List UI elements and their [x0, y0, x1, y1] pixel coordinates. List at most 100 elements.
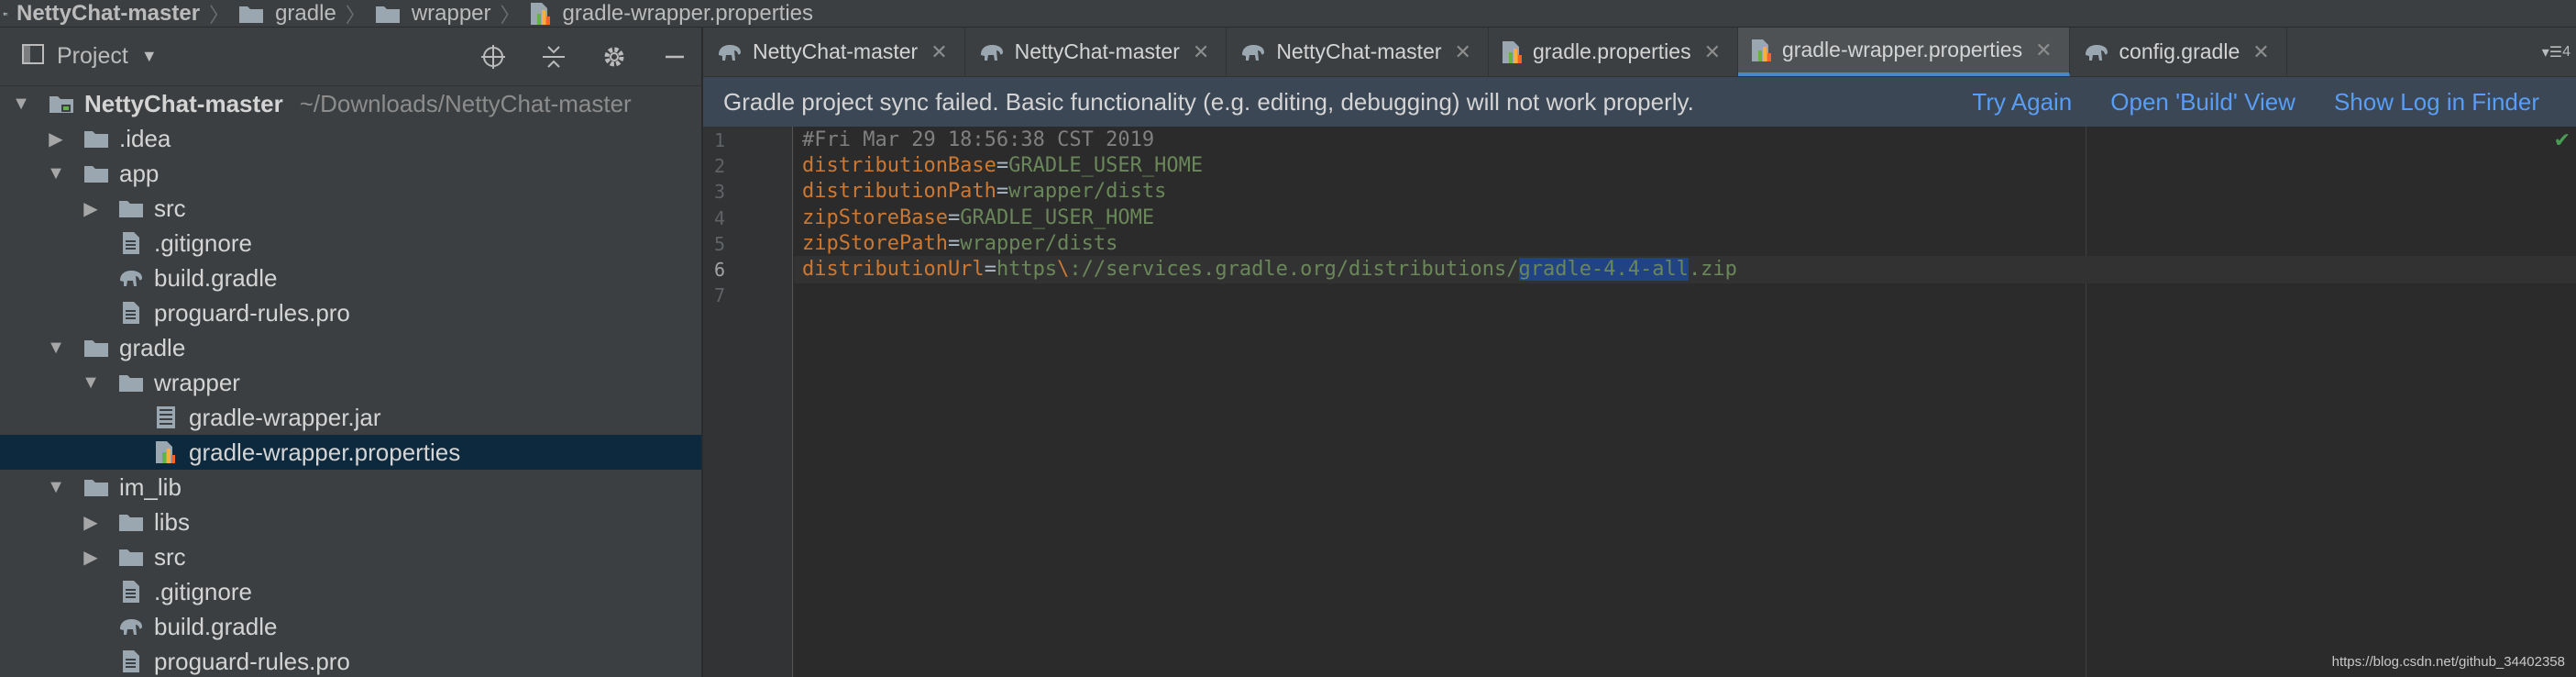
property-value: wrapper/dists: [1008, 180, 1167, 204]
breadcrumb-item[interactable]: 〉 wrapper: [336, 0, 491, 28]
collapse-all-icon[interactable]: [540, 43, 567, 71]
folder-icon: [83, 338, 109, 358]
tree-item-label: wrapper: [154, 368, 240, 396]
tree-item-nettychat-master[interactable]: ▼ NettyChat-master ~/Downloads/NettyChat-m…: [0, 86, 701, 121]
tree-item-build-gradle[interactable]: ▶ build.gradle: [0, 609, 701, 644]
tree-item-gitignore[interactable]: ▶ .gitignore: [0, 226, 701, 261]
tree-item-label: gradle-wrapper.jar: [189, 403, 381, 431]
close-icon[interactable]: ✕: [2252, 40, 2269, 64]
tree-item-gradle[interactable]: ▼ gradle: [0, 330, 701, 365]
expand-arrow-right-icon[interactable]: ▶: [46, 128, 66, 150]
tree-icon-wrapper: [117, 196, 145, 220]
tabs-overflow-button[interactable]: ▾☰ 4: [2542, 28, 2570, 77]
gradle-sync-failed-banner: Gradle project sync failed. Basic functi…: [703, 77, 2576, 127]
tree-item-gradle-wrapper-properties[interactable]: ▶ gradle-wrapper.properties: [0, 435, 701, 470]
tree-item-build-gradle[interactable]: ▶ build.gradle: [0, 261, 701, 295]
banner-message: Gradle project sync failed. Basic functi…: [723, 87, 1694, 116]
expand-arrow-down-icon[interactable]: ▼: [11, 94, 31, 115]
code-comment: #Fri Mar 29 18:56:38 CST 2019: [802, 128, 1155, 151]
selected-text: gradle-4.4-all: [1518, 258, 1689, 281]
folder-icon: [118, 512, 144, 532]
tab-label: NettyChat-master: [1276, 39, 1442, 63]
tree-icon-wrapper: [117, 371, 145, 394]
tree-item-idea[interactable]: ▶ .idea: [0, 121, 701, 156]
project-view-selector[interactable]: Project: [57, 43, 128, 70]
line-number: 5: [714, 232, 726, 255]
close-icon[interactable]: ✕: [2035, 39, 2052, 62]
editor-tab[interactable]: config.gradle ✕: [2070, 28, 2287, 76]
tree-item-src[interactable]: ▶ src: [0, 191, 701, 226]
expand-arrow-down-icon[interactable]: ▼: [46, 338, 66, 359]
close-icon[interactable]: ✕: [1455, 40, 1471, 64]
tree-item-label: .gitignore: [154, 577, 252, 605]
close-icon[interactable]: ✕: [1704, 40, 1721, 64]
code-line: zipStoreBase=GRADLE_USER_HOME: [802, 205, 1154, 232]
chevron-down-icon[interactable]: ▼: [141, 47, 158, 66]
tree-item-label: build.gradle: [154, 263, 278, 292]
expand-arrow-right-icon[interactable]: ▶: [81, 197, 101, 220]
tree-item-proguard-rules-pro[interactable]: ▶ proguard-rules.pro: [0, 644, 701, 677]
tree-item-gradle-wrapper-jar[interactable]: ▶ gradle-wrapper.jar: [0, 400, 701, 435]
tree-item-label: src: [154, 194, 186, 222]
folder-icon: [375, 4, 401, 24]
editor-area: NettyChat-master ✕ NettyChat-master ✕ NettyC…: [703, 28, 2576, 677]
no-arrow: ▶: [81, 267, 101, 290]
editor-tab[interactable]: NettyChat-master ✕: [965, 28, 1227, 76]
property-value: https\://services.gradle.org/distributio…: [996, 258, 1519, 281]
expand-arrow-right-icon[interactable]: ▶: [81, 511, 101, 534]
breadcrumb-item[interactable]: NettyChat-master: [0, 0, 200, 28]
breadcrumb-item[interactable]: 〉 gradle: [200, 0, 336, 28]
editor-tab[interactable]: gradle.properties ✕: [1489, 28, 1739, 76]
breadcrumb-label: NettyChat-master: [17, 0, 201, 26]
properties-file-icon: [1502, 40, 1524, 64]
tabs-overflow-count: 4: [2562, 44, 2570, 60]
editor-tabs: NettyChat-master ✕ NettyChat-master ✕ NettyC…: [703, 28, 2576, 77]
gradle-elephant-icon: [716, 42, 743, 62]
locate-target-icon[interactable]: [479, 43, 507, 71]
open-build-view-link[interactable]: Open 'Build' View: [2110, 88, 2295, 117]
tree-item-app[interactable]: ▼ app: [0, 156, 701, 191]
expand-arrow-down-icon[interactable]: ▼: [46, 477, 66, 498]
jar-file-icon: [156, 405, 176, 429]
properties-file-icon: [155, 440, 177, 464]
editor-tab[interactable]: NettyChat-master ✕: [1227, 28, 1489, 76]
tree-item-im-lib[interactable]: ▼ im_lib: [0, 470, 701, 505]
close-icon[interactable]: ✕: [930, 40, 947, 64]
tree-item-src[interactable]: ▶ src: [0, 539, 701, 574]
breadcrumb-item[interactable]: 〉 gradle-wrapper.properties: [491, 0, 814, 28]
editor-tab[interactable]: NettyChat-master ✕: [703, 28, 965, 76]
tabs-list-icon: ▾☰: [2541, 45, 2563, 61]
code-line: zipStorePath=wrapper/dists: [802, 230, 1117, 258]
editor-tab[interactable]: gradle-wrapper.properties ✕: [1738, 28, 2070, 76]
tree-item-proguard-rules-pro[interactable]: ▶ proguard-rules.pro: [0, 295, 701, 330]
no-arrow: ▶: [116, 441, 136, 464]
expand-arrow-right-icon[interactable]: ▶: [81, 546, 101, 569]
tree-icon-wrapper: [117, 649, 145, 673]
close-icon[interactable]: ✕: [1193, 40, 1209, 64]
property-value: GRADLE_USER_HOME: [960, 205, 1155, 229]
code-line: distributionPath=wrapper/dists: [802, 178, 1166, 205]
chevron-right-icon: 〉: [500, 3, 521, 27]
gear-icon[interactable]: [600, 43, 628, 71]
tree-icon-wrapper: [83, 475, 110, 499]
equals-sign: =: [996, 154, 1009, 178]
project-folder-icon: [3, 9, 8, 17]
no-arrow: ▶: [81, 302, 101, 325]
tree-item-label: .idea: [119, 124, 171, 152]
property-value: GRADLE_USER_HOME: [1008, 154, 1204, 178]
expand-arrow-down-icon[interactable]: ▼: [46, 163, 66, 184]
hide-panel-icon[interactable]: [661, 43, 688, 71]
try-again-link[interactable]: Try Again: [1972, 88, 2072, 117]
tab-icon-wrapper: [2083, 42, 2110, 62]
tree-item-libs[interactable]: ▶ libs: [0, 505, 701, 539]
tree-item-wrapper[interactable]: ▼ wrapper: [0, 365, 701, 400]
expand-arrow-down-icon[interactable]: ▼: [81, 372, 101, 394]
folder-icon: [118, 547, 144, 567]
code-editor[interactable]: 1 2 34 5 6 7 ✔ https://blog.csdn.net/github_3…: [703, 127, 2576, 677]
tree-icon-wrapper: [117, 231, 145, 255]
show-log-in-finder-link[interactable]: Show Log in Finder: [2334, 88, 2539, 117]
breadcrumb: NettyChat-master 〉 gradle 〉 wrapper 〉 gradle-w…: [0, 0, 2576, 28]
tree-item-gitignore[interactable]: ▶ .gitignore: [0, 574, 701, 609]
tab-icon-wrapper: [1751, 39, 1773, 62]
tree-item-label: gradle: [119, 333, 186, 361]
